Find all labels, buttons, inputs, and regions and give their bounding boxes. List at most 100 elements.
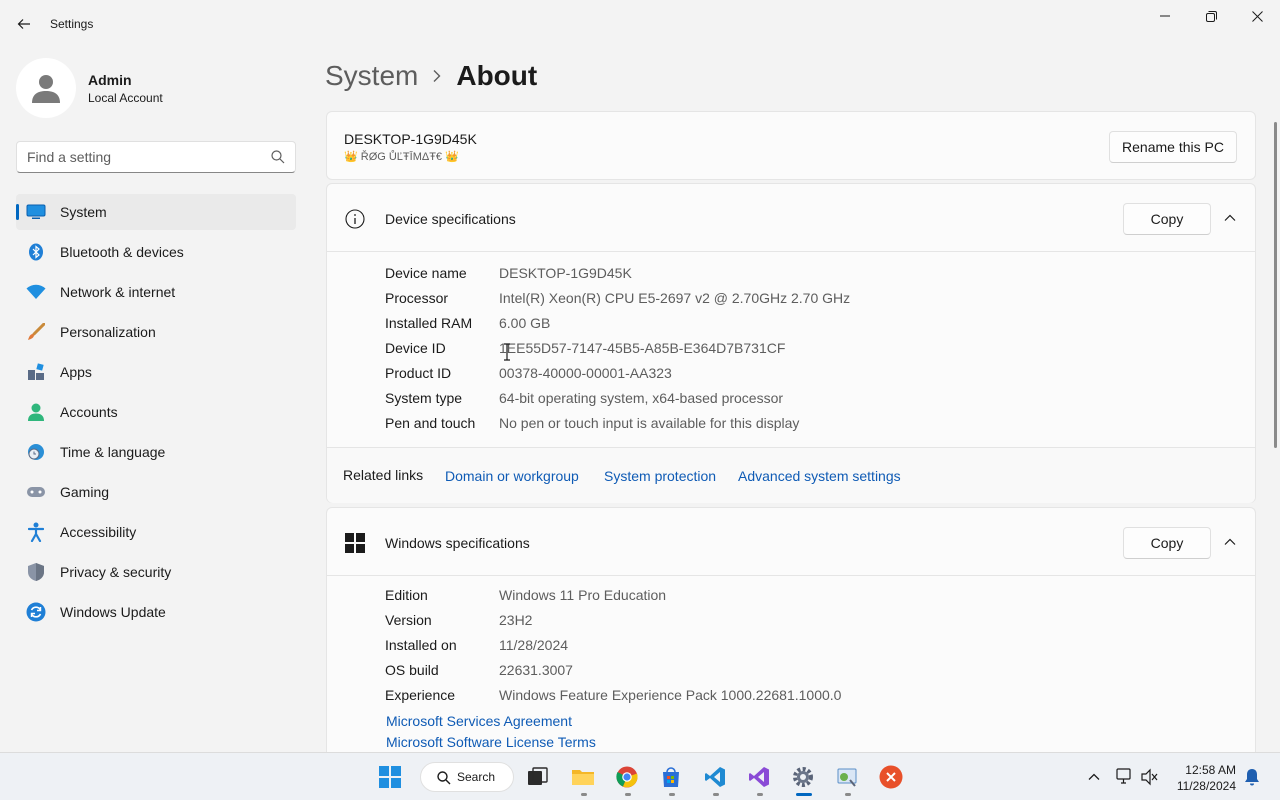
spec-key: Device ID <box>385 340 446 356</box>
task-view-button[interactable] <box>526 765 550 789</box>
person-avatar-icon <box>32 75 60 103</box>
spec-key: Experience <box>385 687 456 703</box>
accessibility-icon <box>26 522 46 542</box>
tray-time: 12:58 AM <box>1185 763 1236 777</box>
sidebar-item-label: Personalization <box>60 324 156 340</box>
sidebar-item-label: Time & language <box>60 444 166 460</box>
spec-key: Installed RAM <box>385 315 473 331</box>
device-specifications-header[interactable]: Device specifications Copy <box>327 184 1255 252</box>
scrollbar-thumb[interactable] <box>1274 122 1277 448</box>
task-view-icon <box>528 767 548 785</box>
monitor-icon <box>26 203 46 221</box>
breadcrumb-parent[interactable]: System <box>325 60 418 92</box>
rename-pc-button[interactable]: Rename this PC <box>1109 131 1237 163</box>
volume-tray-button[interactable] <box>1138 765 1162 789</box>
sidebar-item-apps[interactable]: Apps <box>16 354 296 390</box>
spec-key: Edition <box>385 587 428 603</box>
spec-key: OS build <box>385 662 439 678</box>
sidebar-item-privacy-security[interactable]: Privacy & security <box>16 554 296 590</box>
sidebar-item-time-language[interactable]: Time & language <box>16 434 296 470</box>
sidebar-item-network[interactable]: Network & internet <box>16 274 296 310</box>
link-microsoft-software-license-terms[interactable]: Microsoft Software License Terms <box>386 734 596 750</box>
breadcrumb: System About <box>325 58 537 94</box>
spec-key: System type <box>385 390 463 406</box>
sidebar-item-label: Gaming <box>60 484 110 500</box>
copy-device-specs-button[interactable]: Copy <box>1123 203 1211 235</box>
sidebar-item-label: Network & internet <box>60 284 176 300</box>
sidebar-item-accounts[interactable]: Accounts <box>16 394 296 430</box>
store-button[interactable] <box>659 765 683 789</box>
running-indicator <box>625 793 631 796</box>
shield-icon <box>26 563 46 581</box>
close-button[interactable] <box>1234 0 1280 32</box>
network-tray-icon <box>1116 768 1131 784</box>
visual-studio-button[interactable] <box>747 765 771 789</box>
file-explorer-button[interactable] <box>571 765 595 789</box>
link-advanced-system-settings[interactable]: Advanced system settings <box>738 468 901 484</box>
chrome-button[interactable] <box>615 765 639 789</box>
minimize-button[interactable] <box>1142 0 1188 32</box>
chevron-up-icon[interactable] <box>1223 535 1237 549</box>
control-panel-icon <box>837 768 857 787</box>
spec-value: Intel(R) Xeon(R) CPU E5-2697 v2 @ 2.70GH… <box>499 290 851 306</box>
windows-start-icon <box>379 766 401 788</box>
link-domain-workgroup[interactable]: Domain or workgroup <box>445 468 579 484</box>
tray-clock[interactable]: 12:58 AM 11/28/2024 <box>1177 762 1236 794</box>
close-app-button[interactable] <box>879 765 903 789</box>
back-button[interactable] <box>10 10 38 38</box>
settings-button[interactable] <box>791 765 815 789</box>
spec-key: Version <box>385 612 432 628</box>
vscode-icon <box>705 767 725 787</box>
tray-date: 11/28/2024 <box>1176 779 1236 793</box>
link-system-protection[interactable]: System protection <box>604 468 716 484</box>
bell-icon <box>1245 769 1259 786</box>
start-button[interactable] <box>378 765 402 789</box>
tray-overflow-button[interactable] <box>1082 765 1106 789</box>
windows-specifications-title: Windows specifications <box>385 535 530 551</box>
spec-value: 23H2 <box>499 612 533 628</box>
sidebar-item-gaming[interactable]: Gaming <box>16 474 296 510</box>
chevron-up-icon <box>1088 773 1100 780</box>
sidebar-item-personalization[interactable]: Personalization <box>16 314 296 350</box>
spec-value: DESKTOP-1G9D45K <box>499 265 632 281</box>
control-panel-button[interactable] <box>835 765 859 789</box>
search-icon[interactable] <box>271 150 285 164</box>
sidebar-item-windows-update[interactable]: Windows Update <box>16 594 296 630</box>
sidebar-item-label: Apps <box>60 364 92 380</box>
sidebar-item-system[interactable]: System <box>16 194 296 230</box>
sidebar-item-label: Privacy & security <box>60 564 172 580</box>
sidebar-item-label: System <box>60 204 107 220</box>
taskbar-search-label: Search <box>457 770 496 784</box>
spec-value: 11/28/2024 <box>499 637 569 653</box>
restore-button[interactable] <box>1188 0 1234 32</box>
windows-specifications-header[interactable]: Windows specifications Copy <box>327 508 1255 576</box>
network-tray-button[interactable] <box>1113 765 1137 789</box>
text-cursor-icon <box>504 343 510 361</box>
chevron-up-icon[interactable] <box>1223 211 1237 225</box>
link-microsoft-services-agreement[interactable]: Microsoft Services Agreement <box>386 713 572 729</box>
spec-key: Product ID <box>385 365 452 381</box>
spec-value: 6.00 GB <box>499 315 551 331</box>
vscode-button[interactable] <box>703 765 727 789</box>
settings-icon <box>793 767 813 787</box>
update-icon <box>26 602 46 622</box>
info-icon <box>345 209 365 229</box>
taskbar-search[interactable]: Search <box>420 762 514 792</box>
minimize-icon <box>1160 15 1170 17</box>
apps-icon <box>26 363 46 381</box>
copy-windows-specs-button[interactable]: Copy <box>1123 527 1211 559</box>
search-input[interactable] <box>17 142 257 172</box>
store-icon <box>663 767 679 787</box>
spec-value: Windows Feature Experience Pack 1000.226… <box>499 687 842 703</box>
avatar <box>16 58 76 118</box>
sidebar-item-accessibility[interactable]: Accessibility <box>16 514 296 550</box>
sidebar-item-bluetooth-devices[interactable]: Bluetooth & devices <box>16 234 296 270</box>
spec-value: 64-bit operating system, x64-based proce… <box>499 390 784 406</box>
taskbar: Search 12:58 AM 11/28/2024 <box>0 752 1280 800</box>
volume-muted-icon <box>1141 768 1158 786</box>
user-profile[interactable]: Admin Local Account <box>16 58 296 118</box>
bluetooth-icon <box>26 243 46 261</box>
title-bar: Settings <box>0 0 1280 48</box>
notifications-button[interactable] <box>1240 765 1264 789</box>
spec-value: 00378-40000-00001-AA323 <box>499 365 672 381</box>
